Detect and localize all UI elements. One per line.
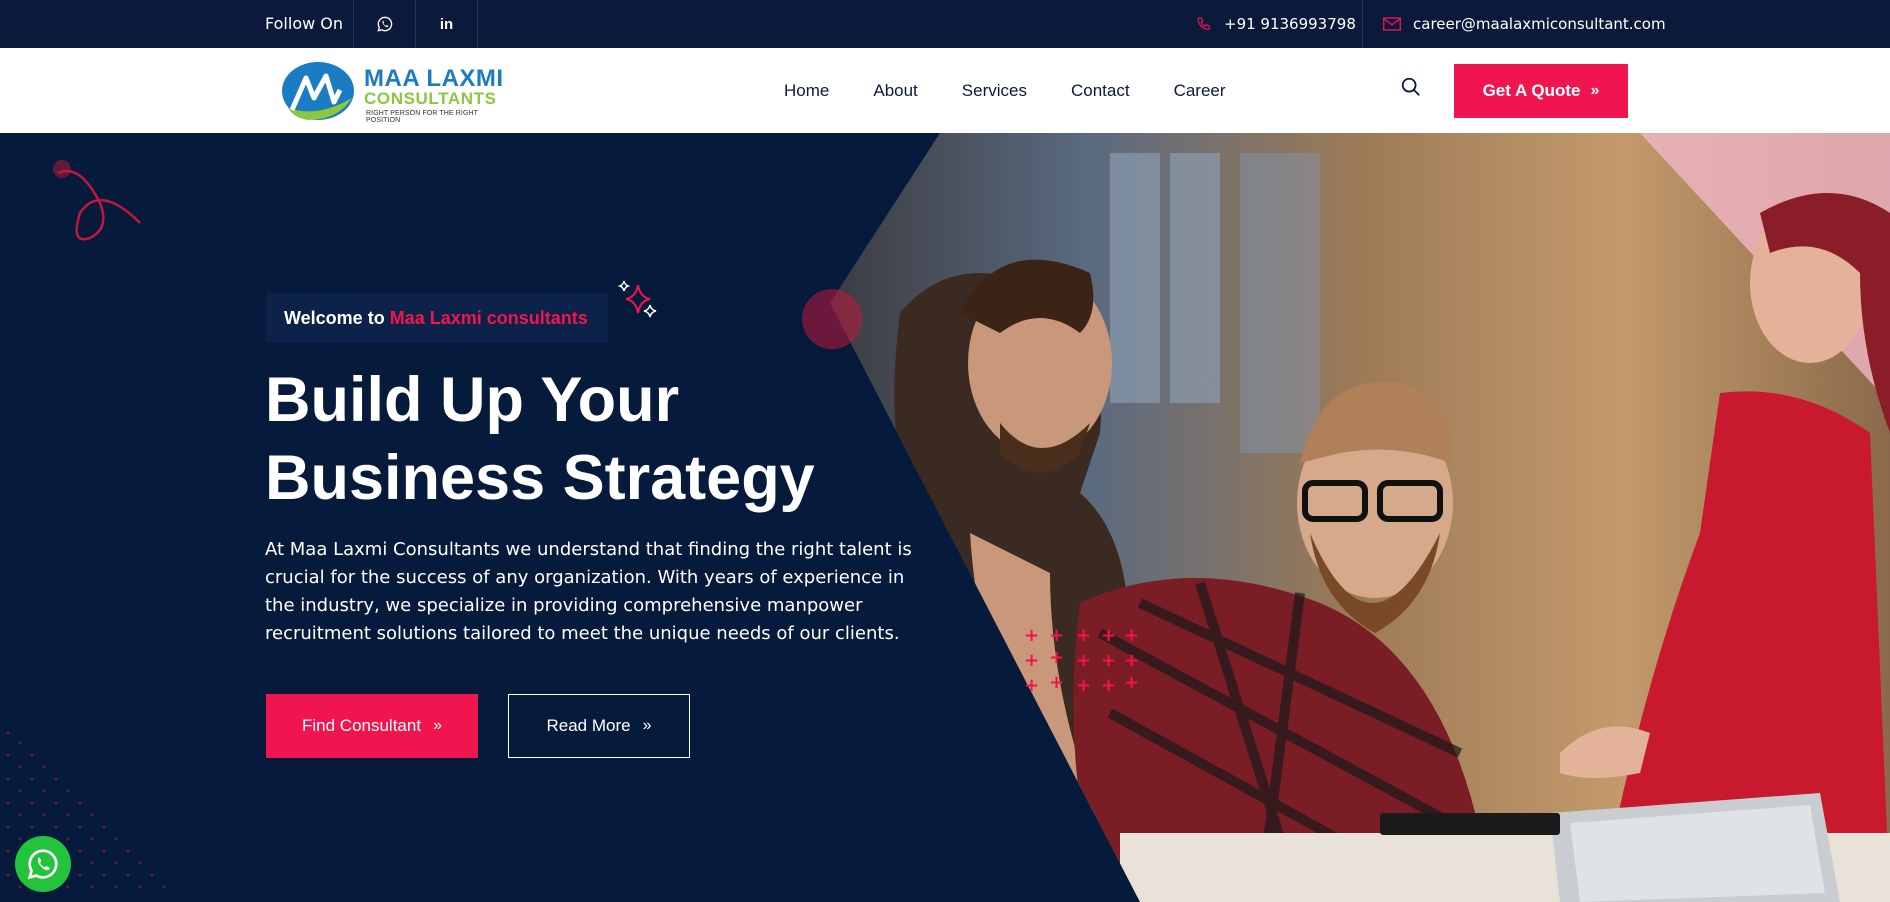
headline-line2: Business Strategy [265, 443, 815, 513]
find-consultant-button[interactable]: Find Consultant » [266, 694, 478, 758]
svg-text:+: + [1124, 672, 1139, 693]
phone-icon [1197, 17, 1210, 30]
svg-text:+: + [1049, 647, 1064, 668]
phone-number: +91 9136993798 [1224, 15, 1356, 33]
brand-logo[interactable]: MAA LAXMI CONSULTANTS RIGHT PERSON FOR T… [278, 60, 508, 124]
get-quote-button[interactable]: Get A Quote » [1454, 64, 1628, 118]
svg-text:+: + [1049, 625, 1064, 646]
sparkle-icon [617, 280, 657, 318]
logo-emblem-icon [282, 62, 354, 120]
mail-icon [1383, 17, 1401, 31]
whatsapp-social-link[interactable] [353, 0, 415, 48]
hero-section: + + + + + + + + + + + + + + + Welcome to Maa Laxmi c… [0, 133, 1890, 902]
welcome-prefix: Welcome to [284, 307, 385, 328]
double-chevron-right-icon: » [433, 717, 442, 734]
double-chevron-right-icon: » [1590, 82, 1600, 99]
hero-team-photo: + + + + + + + + + + + + + + + [6, 133, 1890, 902]
hero-description: At Maa Laxmi Consultants we understand t… [265, 539, 912, 644]
svg-text:+: + [1101, 650, 1116, 671]
nav-item-about[interactable]: About [873, 81, 917, 101]
read-more-label: Read More [546, 716, 631, 735]
nav-item-home[interactable]: Home [784, 81, 829, 101]
nav-item-contact[interactable]: Contact [1071, 81, 1130, 101]
search-button[interactable] [1400, 76, 1422, 103]
top-bar: Follow On in +91 9136993798 career@maala… [0, 0, 1890, 48]
whatsapp-float-button[interactable] [15, 836, 71, 892]
svg-text:+: + [1049, 672, 1064, 693]
headline-line1: Build Up Your [265, 365, 680, 435]
nav-menu: Home About Services Contact Career [784, 48, 1270, 133]
logo-tagline: RIGHT PERSON FOR THE RIGHT POSITION [366, 110, 478, 124]
linkedin-social-link[interactable]: in [415, 0, 478, 48]
svg-text:+: + [1076, 675, 1091, 696]
search-icon [1401, 77, 1420, 96]
find-consultant-label: Find Consultant [302, 716, 422, 735]
nav-item-career[interactable]: Career [1174, 81, 1226, 101]
get-quote-label: Get A Quote [1482, 81, 1581, 100]
whatsapp-icon [27, 849, 58, 880]
phone-contact[interactable]: +91 9136993798 [1196, 0, 1356, 48]
svg-text:+: + [1076, 625, 1091, 646]
svg-text:+: + [1076, 650, 1091, 671]
whatsapp-icon [376, 16, 392, 32]
svg-text:+: + [1124, 650, 1139, 671]
email-contact[interactable]: career@maalaxmiconsultant.com [1362, 0, 1666, 48]
svg-text:+: + [1024, 625, 1039, 646]
svg-text:+: + [1124, 625, 1139, 646]
welcome-badge: Welcome to Maa Laxmi consultants [266, 293, 608, 343]
welcome-accent: Maa Laxmi consultants [389, 307, 588, 328]
email-address: career@maalaxmiconsultant.com [1413, 15, 1666, 33]
svg-text:+: + [1024, 650, 1039, 671]
svg-text:+: + [1101, 625, 1116, 646]
linkedin-icon: in [439, 15, 454, 33]
double-chevron-right-icon: » [642, 717, 652, 734]
read-more-button[interactable]: Read More » [508, 694, 690, 758]
hero-headline: Build Up Your Business Strategy [265, 361, 815, 517]
svg-text:+: + [1101, 675, 1116, 696]
nav-item-services[interactable]: Services [962, 81, 1027, 101]
follow-on-label: Follow On [265, 14, 344, 33]
main-navbar: MAA LAXMI CONSULTANTS RIGHT PERSON FOR T… [0, 48, 1890, 133]
logo-text-line2: CONSULTANTS [364, 89, 497, 108]
svg-text:+: + [1024, 675, 1039, 696]
